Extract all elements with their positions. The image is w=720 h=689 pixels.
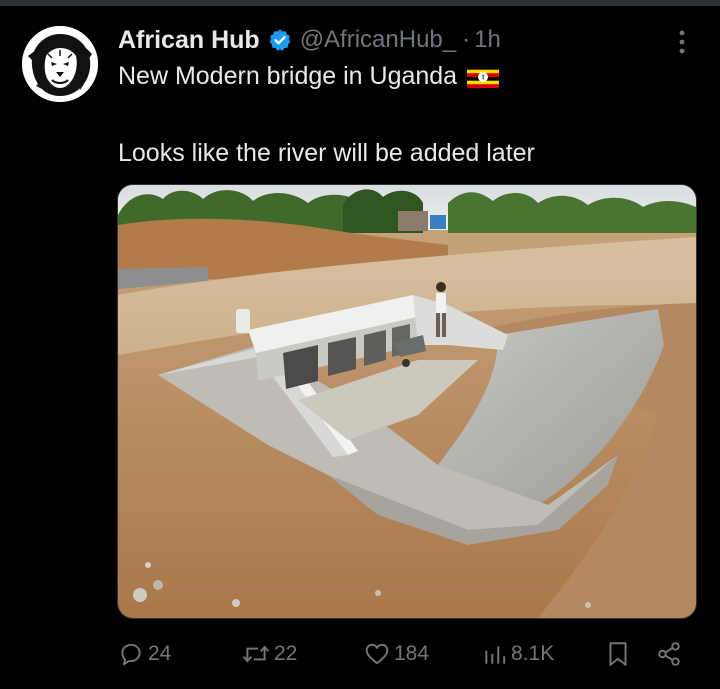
avatar[interactable] (22, 26, 98, 102)
more-options-icon[interactable] (670, 28, 694, 56)
views-count: 8.1K (511, 642, 555, 665)
verified-badge-icon[interactable] (268, 28, 292, 52)
post-text: New Modern bridge in Uganda (118, 62, 458, 90)
avatar-lion-image (22, 26, 98, 102)
views-button[interactable]: 8.1K (483, 636, 554, 672)
reply-count: 24 (148, 642, 172, 665)
post-text-line-2: Looks like the river will be added later (118, 139, 535, 167)
uganda-flag-icon (467, 65, 500, 88)
repost-icon (242, 641, 270, 667)
post-text-line-1: New Modern bridge in Uganda (118, 62, 500, 91)
timestamp[interactable]: 1h (474, 26, 501, 54)
post-header: African Hub @AfricanHub_ · 1h (118, 22, 501, 58)
display-name[interactable]: African Hub (118, 26, 260, 55)
repost-button[interactable]: 22 (242, 636, 297, 672)
bridge-photo (118, 185, 696, 618)
like-button[interactable]: 184 (364, 636, 429, 672)
post-media-image[interactable] (117, 184, 697, 619)
bookmark-icon (606, 640, 630, 668)
handle[interactable]: @AfricanHub_ (300, 26, 456, 54)
like-icon (364, 641, 390, 667)
views-icon (483, 641, 507, 667)
action-bar: 24 22 184 8.1K (0, 636, 720, 672)
reply-button[interactable]: 24 (118, 636, 171, 672)
reply-icon (118, 641, 144, 667)
share-icon (656, 641, 682, 667)
top-divider (0, 0, 720, 6)
separator-dot: · (462, 26, 471, 53)
share-button[interactable] (656, 636, 682, 672)
bookmark-button[interactable] (606, 636, 630, 672)
like-count: 184 (394, 642, 430, 665)
repost-count: 22 (274, 642, 298, 665)
